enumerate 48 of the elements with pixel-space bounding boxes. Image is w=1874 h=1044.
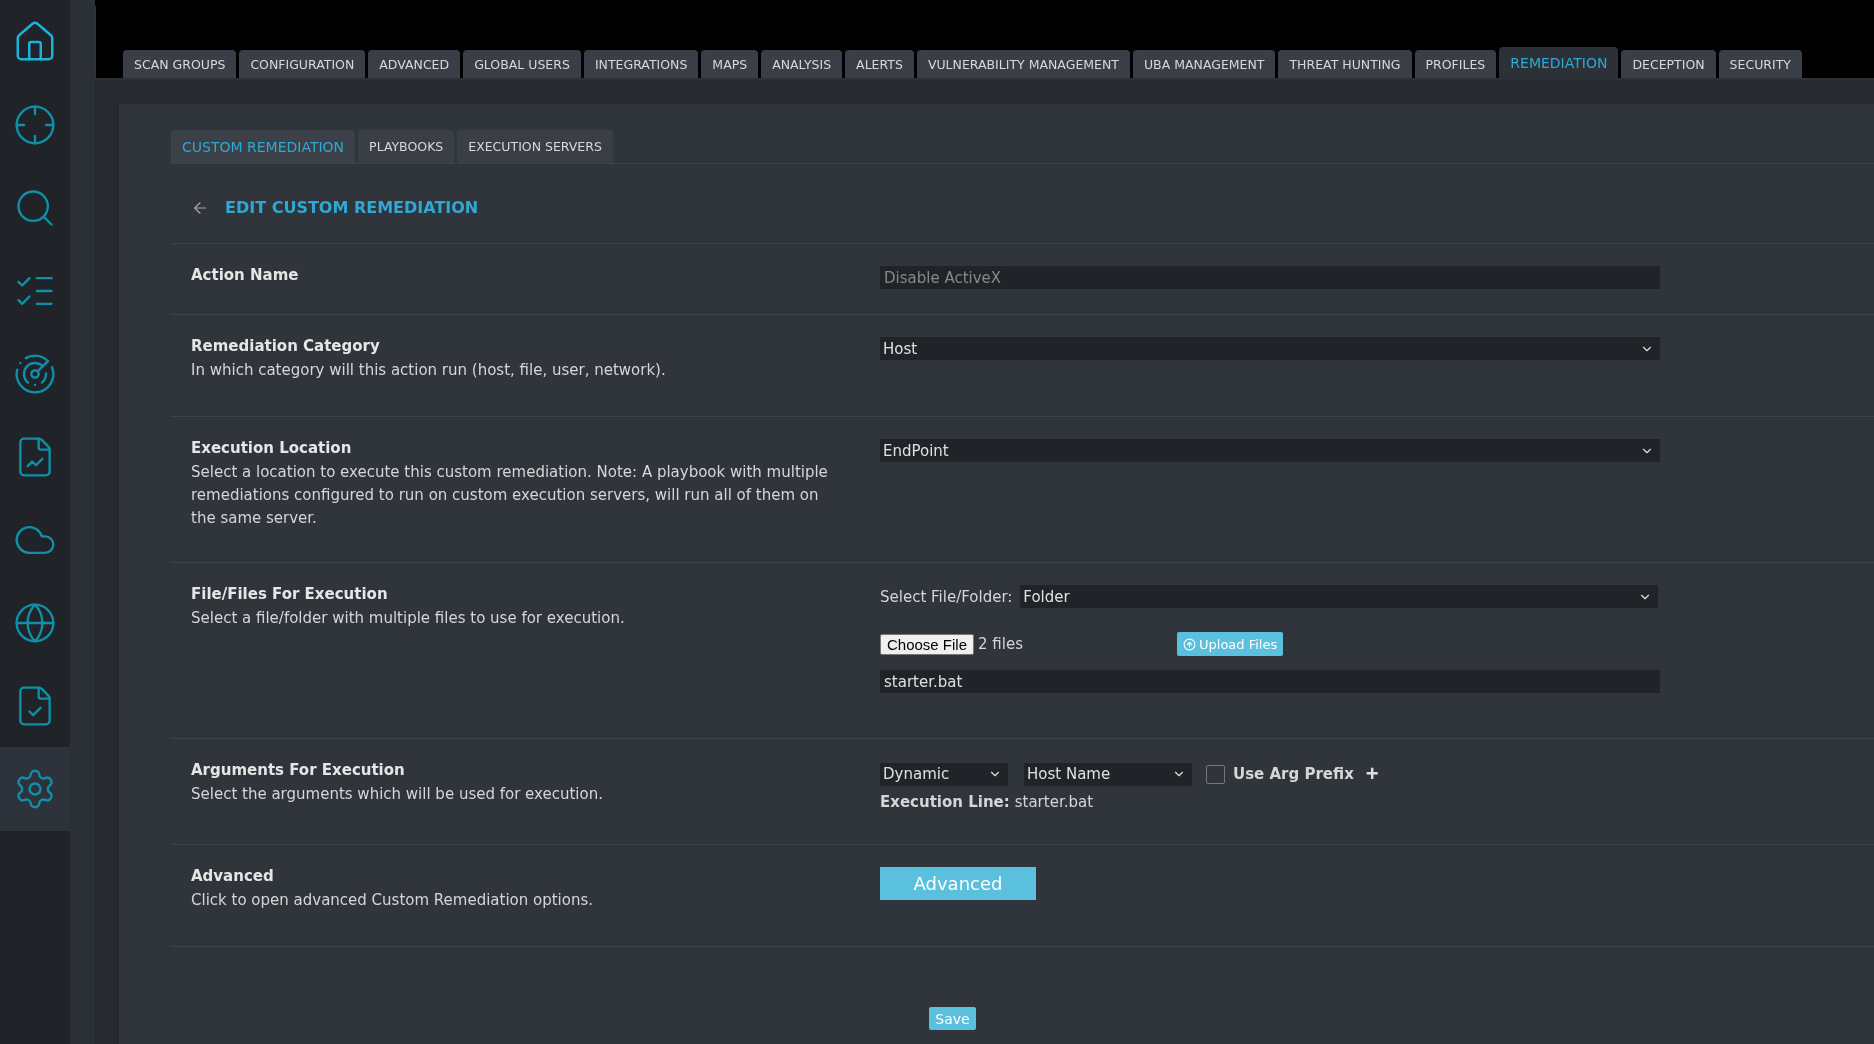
- checkbox[interactable]: [1206, 764, 1225, 784]
- tab[interactable]: INTEGRATIONS: [583, 50, 699, 78]
- page-title: EDIT CUSTOM REMEDIATION: [225, 198, 479, 217]
- field-label: Arguments For Execution: [191, 761, 406, 779]
- file-list-field[interactable]: starter.bat: [880, 670, 1660, 693]
- argument-type-select[interactable]: Dynamic: [880, 762, 1008, 786]
- sub-tab[interactable]: PLAYBOOKS: [358, 130, 455, 163]
- tab[interactable]: UBA MANAGEMENT: [1132, 50, 1276, 78]
- radar-icon: [13, 351, 57, 396]
- tab[interactable]: SCAN GROUPS: [123, 50, 237, 78]
- field-description: Select a file/folder with multiple files to use for execution.: [191, 608, 626, 629]
- tab[interactable]: SECURITY: [1718, 50, 1802, 78]
- tab[interactable]: THREAT HUNTING: [1278, 50, 1412, 78]
- choose-file-button[interactable]: Choose File: [880, 633, 975, 655]
- file-folder-select[interactable]: Folder: [1020, 585, 1659, 608]
- field-label: Remediation Category: [191, 337, 381, 355]
- tab[interactable]: CONFIGURATION: [239, 50, 366, 78]
- tab[interactable]: REMEDIATION: [1499, 47, 1619, 78]
- tab[interactable]: VULNERABILITY MANAGEMENT: [916, 50, 1130, 78]
- checkbox-label: Use Arg Prefix: [1233, 765, 1354, 783]
- field-description: Select a location to execute this custom remediation. Note: A playbook with multiple remediations configured to run on custom execution servers, will run all of them on the same server.: [191, 462, 829, 529]
- field-label: Action Name: [191, 266, 300, 284]
- field-label: File/Files For Execution: [191, 585, 389, 603]
- sidebar-item[interactable]: [0, 747, 70, 831]
- add-button[interactable]: +: [1361, 761, 1383, 787]
- argument-select[interactable]: Host Name: [1024, 762, 1192, 786]
- field-description: Select the arguments which will be used for execution.: [191, 784, 604, 805]
- tab[interactable]: ALERTS: [845, 50, 914, 78]
- tab[interactable]: MAPS: [701, 50, 759, 78]
- tab[interactable]: DECEPTION: [1621, 50, 1716, 78]
- sub-tab[interactable]: CUSTOM REMEDIATION: [171, 130, 356, 163]
- execution-line-value: starter.bat: [1014, 793, 1094, 811]
- tab[interactable]: PROFILES: [1414, 50, 1497, 78]
- location-select[interactable]: EndPoint: [880, 439, 1660, 462]
- tab[interactable]: ADVANCED: [368, 50, 461, 78]
- tab[interactable]: GLOBAL USERS: [463, 50, 581, 78]
- field-label: Execution Location: [191, 439, 353, 457]
- sub-tab[interactable]: EXECUTION SERVERS: [457, 130, 613, 163]
- field-description: Click to open advanced Custom Remediation options.: [191, 890, 595, 911]
- upload-icon: [1183, 637, 1197, 651]
- select-label: Select File/Folder:: [880, 587, 1013, 606]
- execution-line-label: Execution Line:: [880, 793, 1010, 811]
- category-select[interactable]: Host: [880, 337, 1660, 360]
- file-count: 2 files: [978, 635, 1024, 653]
- tab[interactable]: ANALYSIS: [761, 50, 843, 78]
- field-label: Advanced: [191, 867, 275, 885]
- action-name-field[interactable]: Disable ActiveX: [880, 266, 1660, 289]
- field-description: In which category will this action run (host, file, user, network).: [191, 360, 667, 381]
